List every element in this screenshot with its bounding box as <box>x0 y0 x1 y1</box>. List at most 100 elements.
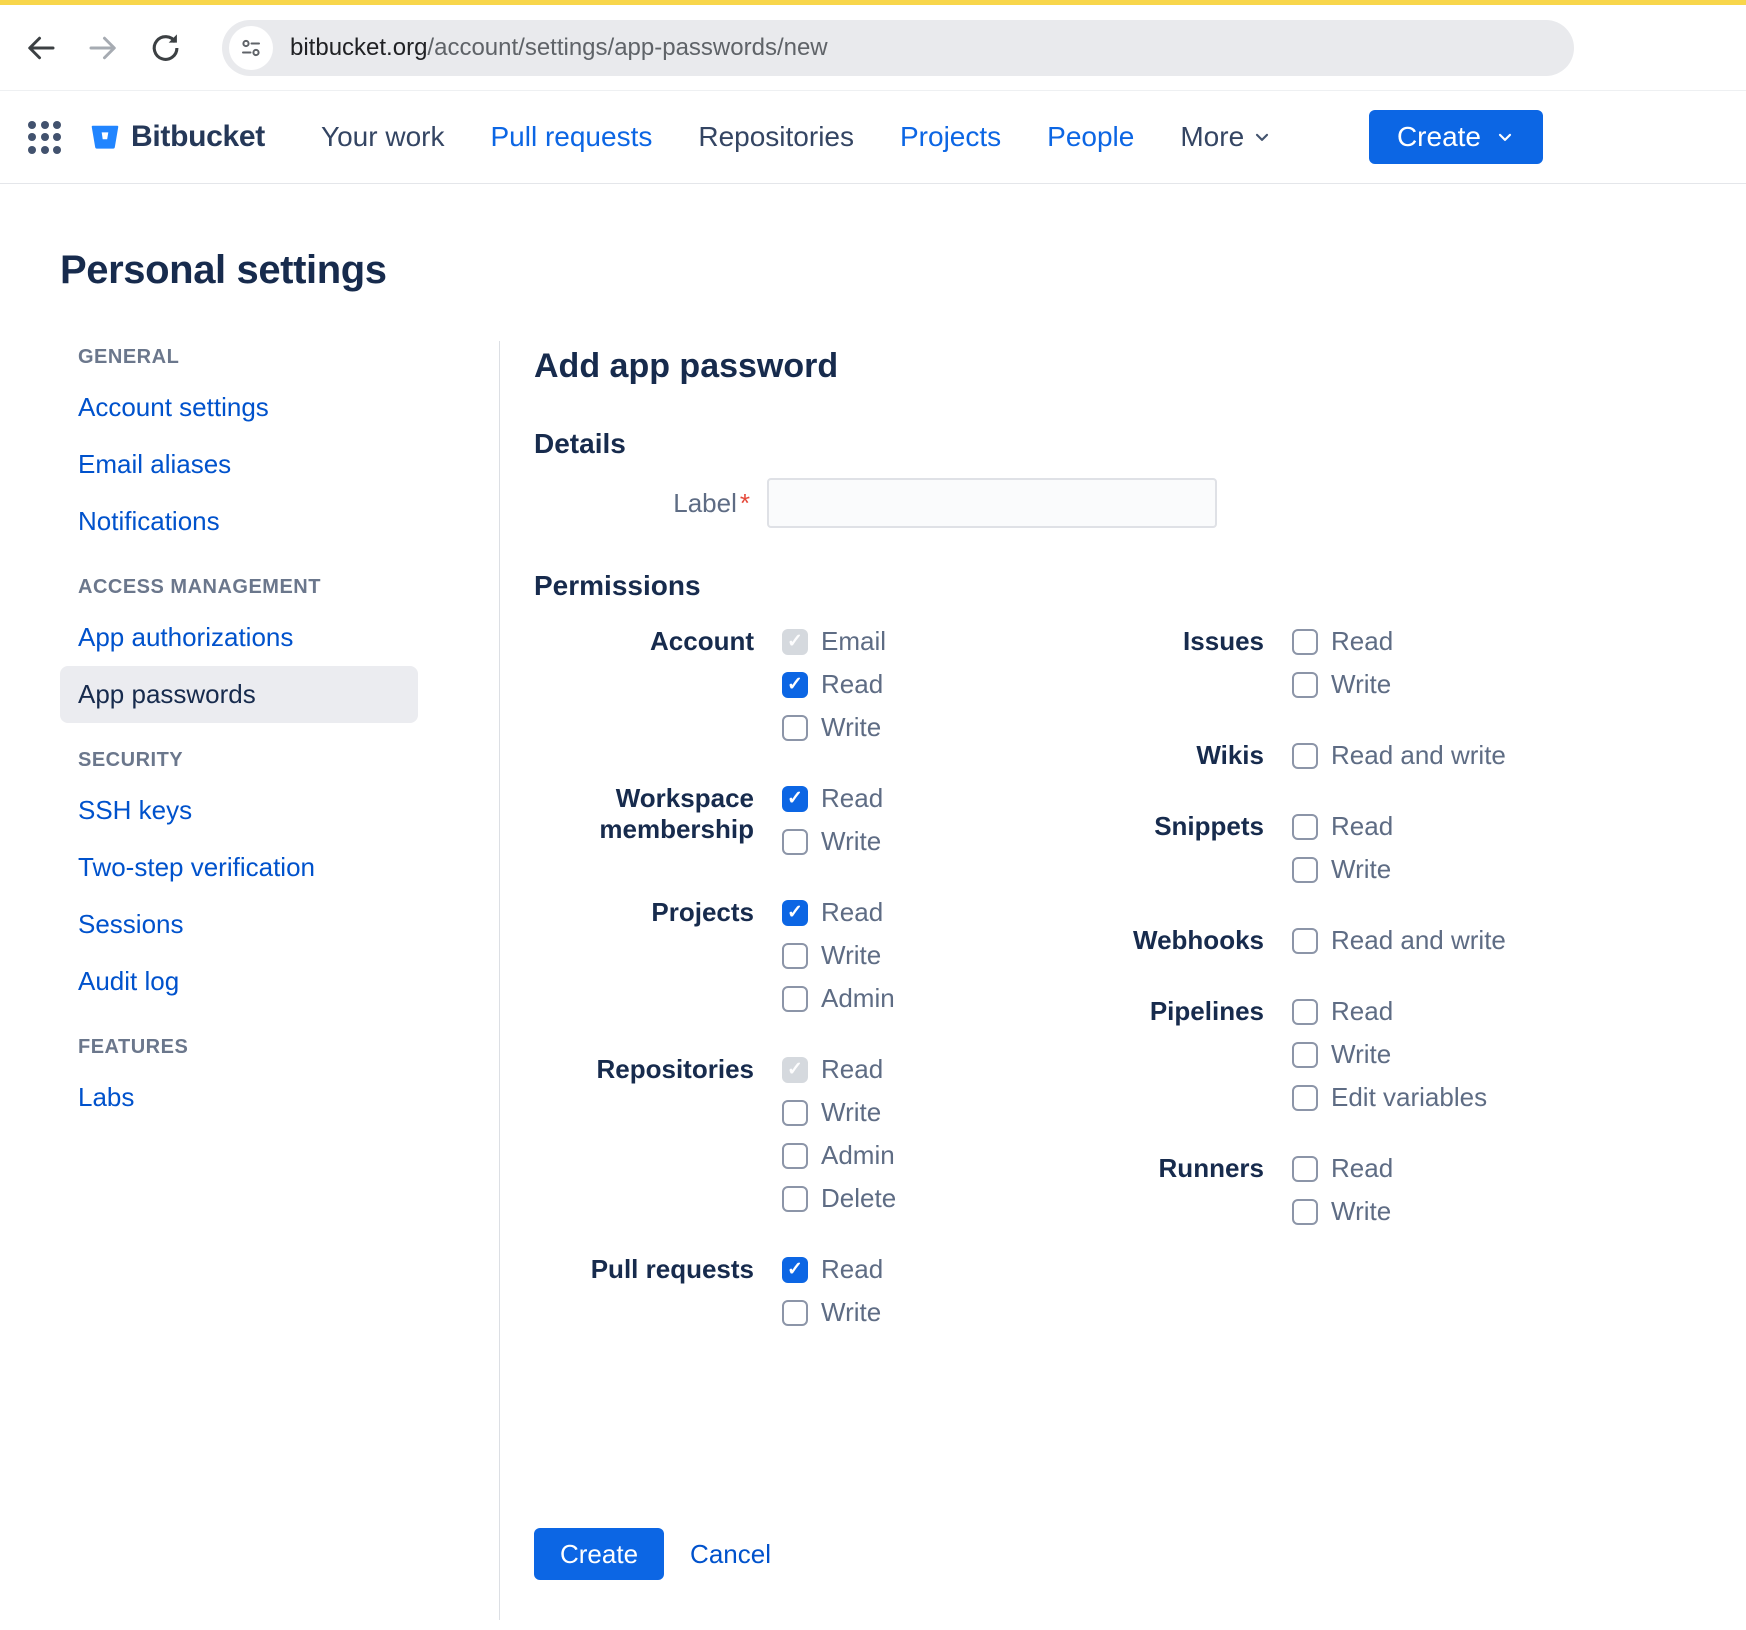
permission-option-projects-write[interactable]: Write <box>782 940 1109 971</box>
checkbox-unchecked[interactable] <box>782 1143 808 1169</box>
permission-option-workspace-membership-write[interactable]: Write <box>782 826 1109 857</box>
permission-options: ✓Email ✓Read Write <box>782 626 1109 755</box>
sidebar-item-app-passwords[interactable]: App passwords <box>60 666 418 723</box>
permission-option-account-email[interactable]: ✓Email <box>782 626 1109 657</box>
sidebar-section-header-access-management: ACCESS MANAGEMENT <box>60 576 418 599</box>
checkbox-unchecked[interactable] <box>782 715 808 741</box>
checkbox-unchecked[interactable] <box>1292 672 1318 698</box>
site-settings-icon[interactable] <box>229 26 273 70</box>
permission-option-pipelines-read[interactable]: Read <box>1292 996 1746 1027</box>
sidebar-item-account-settings[interactable]: Account settings <box>60 379 418 436</box>
nav-item-more[interactable]: More <box>1180 121 1272 153</box>
checkbox-unchecked[interactable] <box>782 986 808 1012</box>
permission-option-runners-read[interactable]: Read <box>1292 1153 1746 1184</box>
permission-group-label: Repositories <box>534 1054 754 1226</box>
check-icon: ✓ <box>787 1260 803 1279</box>
checkbox-unchecked[interactable] <box>1292 629 1318 655</box>
checkbox-checked[interactable]: ✓ <box>782 672 808 698</box>
permission-option-repositories-delete[interactable]: Delete <box>782 1183 1109 1214</box>
nav-item-people[interactable]: People <box>1047 121 1134 153</box>
checkbox-unchecked[interactable] <box>1292 928 1318 954</box>
checkbox-unchecked[interactable] <box>1292 814 1318 840</box>
checkbox-unchecked[interactable] <box>1292 1156 1318 1182</box>
permission-option-runners-write[interactable]: Write <box>1292 1196 1746 1227</box>
checkbox-unchecked[interactable] <box>1292 857 1318 883</box>
permission-group-workspace-membership: Workspace membership✓ReadWrite <box>534 783 1109 869</box>
permission-option-issues-write[interactable]: Write <box>1292 669 1746 700</box>
create-button[interactable]: Create <box>534 1528 664 1580</box>
checkbox-unchecked[interactable] <box>1292 743 1318 769</box>
permission-option-snippets-read[interactable]: Read <box>1292 811 1746 842</box>
sidebar-item-app-authorizations[interactable]: App authorizations <box>60 609 418 666</box>
app-switcher-icon[interactable] <box>28 121 61 154</box>
checkbox-unchecked[interactable] <box>782 829 808 855</box>
permission-option-projects-admin[interactable]: Admin <box>782 983 1109 1014</box>
checkbox-unchecked[interactable] <box>1292 1042 1318 1068</box>
checkbox-unchecked[interactable] <box>782 1100 808 1126</box>
permission-option-projects-read[interactable]: ✓ Read <box>782 897 1109 928</box>
permission-group-label: Pipelines <box>1109 996 1264 1125</box>
label-text: Label <box>673 488 737 518</box>
permission-option-repositories-read[interactable]: ✓Read <box>782 1054 1109 1085</box>
label-input[interactable] <box>767 478 1217 528</box>
checkbox-unchecked[interactable] <box>782 943 808 969</box>
permission-option-pipelines-write[interactable]: Write <box>1292 1039 1746 1070</box>
create-menu-button[interactable]: Create <box>1369 110 1543 164</box>
permission-option-pull-requests-read[interactable]: ✓ Read <box>782 1254 1109 1285</box>
checkbox-label: Read <box>821 897 883 928</box>
nav-item-pull-requests[interactable]: Pull requests <box>490 121 652 153</box>
checkbox-checked[interactable]: ✓ <box>782 900 808 926</box>
permission-group-pipelines: Pipelines Read Write Edit variables <box>1109 996 1746 1125</box>
permission-group-repositories: Repositories ✓Read Write Admin Delete <box>534 1054 1109 1226</box>
sidebar-item-ssh-keys[interactable]: SSH keys <box>60 782 418 839</box>
checkbox-label: Edit variables <box>1331 1082 1487 1113</box>
checkbox-disabled[interactable]: ✓ <box>782 629 808 655</box>
checkbox-checked[interactable]: ✓ <box>782 786 808 812</box>
permission-group-label: Runners <box>1109 1153 1264 1239</box>
cancel-link[interactable]: Cancel <box>690 1539 771 1570</box>
permission-option-pipelines-edit-variables[interactable]: Edit variables <box>1292 1082 1746 1113</box>
sidebar-item-sessions[interactable]: Sessions <box>60 896 418 953</box>
permission-group-label: Account <box>534 626 754 755</box>
back-button[interactable] <box>20 27 62 69</box>
checkbox-unchecked[interactable] <box>782 1186 808 1212</box>
checkbox-label: Write <box>1331 1039 1391 1070</box>
permission-option-account-write[interactable]: Write <box>782 712 1109 743</box>
checkbox-disabled[interactable]: ✓ <box>782 1057 808 1083</box>
check-icon: ✓ <box>787 675 803 694</box>
sidebar-item-email-aliases[interactable]: Email aliases <box>60 436 418 493</box>
permission-option-account-read[interactable]: ✓Read <box>782 669 1109 700</box>
checkbox-unchecked[interactable] <box>1292 999 1318 1025</box>
browser-chrome: bitbucket.org/account/settings/app-passw… <box>0 0 1746 91</box>
permission-option-snippets-write[interactable]: Write <box>1292 854 1746 885</box>
permission-option-pull-requests-write[interactable]: Write <box>782 1297 1109 1328</box>
checkbox-label: Read <box>821 1254 883 1285</box>
permission-option-workspace-membership-read[interactable]: ✓Read <box>782 783 1109 814</box>
main-title: Add app password <box>534 347 1746 386</box>
permission-option-repositories-admin[interactable]: Admin <box>782 1140 1109 1171</box>
url-path: /account/settings/app-passwords/new <box>427 34 827 61</box>
checkbox-label: Delete <box>821 1183 896 1214</box>
permission-option-wikis-read-and-write[interactable]: Read and write <box>1292 740 1746 771</box>
checkbox-label: Read <box>1331 996 1393 1027</box>
sidebar-item-audit-log[interactable]: Audit log <box>60 953 418 1010</box>
nav-item-repositories[interactable]: Repositories <box>698 121 854 153</box>
checkbox-label: Write <box>821 712 881 743</box>
nav-item-your-work[interactable]: Your work <box>321 121 444 153</box>
permission-option-issues-read[interactable]: Read <box>1292 626 1746 657</box>
sidebar-item-labs[interactable]: Labs <box>60 1069 418 1126</box>
checkbox-unchecked[interactable] <box>1292 1199 1318 1225</box>
nav-item-projects[interactable]: Projects <box>900 121 1001 153</box>
permission-option-repositories-write[interactable]: Write <box>782 1097 1109 1128</box>
forward-button[interactable] <box>82 27 124 69</box>
sidebar-item-notifications[interactable]: Notifications <box>60 493 418 550</box>
url-bar[interactable]: bitbucket.org/account/settings/app-passw… <box>222 20 1574 76</box>
checkbox-unchecked[interactable] <box>782 1300 808 1326</box>
reload-button[interactable] <box>144 27 186 69</box>
checkbox-checked[interactable]: ✓ <box>782 1257 808 1283</box>
checkbox-unchecked[interactable] <box>1292 1085 1318 1111</box>
sidebar-item-two-step-verification[interactable]: Two-step verification <box>60 839 418 896</box>
bitbucket-logo[interactable]: Bitbucket <box>89 120 265 154</box>
checkbox-label: Read <box>1331 626 1393 657</box>
permission-option-webhooks-read-and-write[interactable]: Read and write <box>1292 925 1746 956</box>
